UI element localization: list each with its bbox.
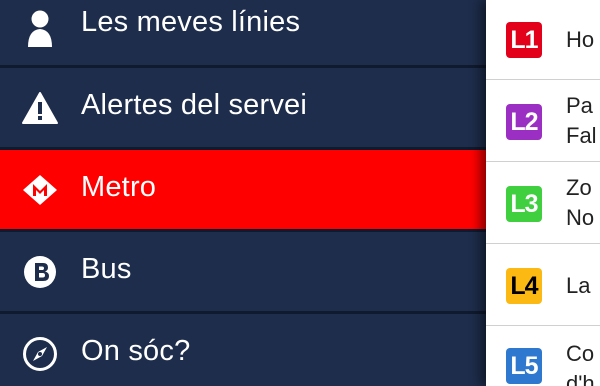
person-icon bbox=[20, 8, 60, 48]
menu-item-metro[interactable]: Metro bbox=[0, 150, 486, 232]
bus-logo-icon bbox=[20, 252, 60, 292]
menu-item-where-am-i[interactable]: On sóc? bbox=[0, 314, 486, 386]
line-name: Ho bbox=[566, 27, 595, 52]
line-name-continued: d'h bbox=[566, 371, 595, 386]
line-row-l4[interactable]: L4 La bbox=[486, 244, 600, 326]
line-row-l5[interactable]: L5 Co d'h bbox=[486, 326, 600, 386]
line-name: Pa bbox=[566, 93, 593, 118]
menu-item-label: Metro bbox=[81, 171, 157, 203]
menu-item-label: Les meves línies bbox=[81, 6, 301, 38]
line-name-continued: Fal bbox=[566, 123, 597, 148]
menu-item-label: On sóc? bbox=[81, 335, 191, 367]
menu-item-service-alerts[interactable]: Alertes del servei bbox=[0, 68, 486, 150]
line-row-l3[interactable]: L3 Zo No bbox=[486, 162, 600, 244]
menu-item-my-lines[interactable]: Les meves línies bbox=[0, 0, 486, 68]
line-badge: L1 bbox=[506, 22, 542, 58]
line-name: Co bbox=[566, 341, 595, 366]
menu-item-label: Bus bbox=[81, 253, 132, 285]
metro-lines-panel: L1 Ho L2 Pa Fal L3 Zo No L4 La L5 Co d'h bbox=[486, 0, 600, 386]
line-row-l1[interactable]: L1 Ho bbox=[486, 0, 600, 80]
app-screen: Les meves línies Alertes del servei Metr… bbox=[0, 0, 600, 386]
menu-item-bus[interactable]: Bus bbox=[0, 232, 486, 314]
line-badge: L4 bbox=[506, 268, 542, 304]
compass-icon bbox=[20, 334, 60, 374]
side-menu: Les meves línies Alertes del servei Metr… bbox=[0, 0, 486, 386]
warning-icon bbox=[20, 88, 60, 128]
line-name: Zo bbox=[566, 175, 592, 200]
metro-logo-icon bbox=[20, 170, 60, 210]
line-badge: L3 bbox=[506, 186, 542, 222]
line-badge: L5 bbox=[506, 348, 542, 384]
menu-item-label: Alertes del servei bbox=[81, 89, 308, 121]
line-name: La bbox=[566, 273, 591, 298]
line-badge: L2 bbox=[506, 104, 542, 140]
line-name-continued: No bbox=[566, 205, 595, 230]
line-row-l2[interactable]: L2 Pa Fal bbox=[486, 80, 600, 162]
